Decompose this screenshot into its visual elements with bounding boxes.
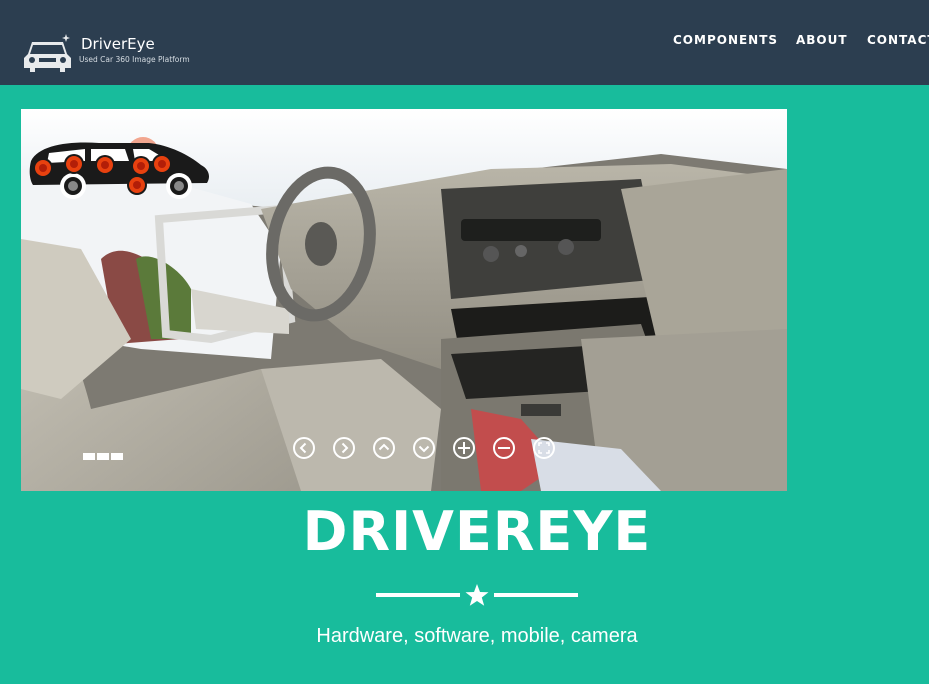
car-hotspot-map (29, 137, 209, 199)
divider-line-left (376, 593, 460, 597)
chevron-down-icon (418, 445, 430, 453)
pan-right-button[interactable] (333, 437, 355, 459)
star-icon (465, 584, 489, 606)
pan-left-button[interactable] (293, 437, 315, 459)
menu-dot (111, 453, 123, 460)
minus-icon (498, 447, 510, 449)
hotspot-6[interactable] (127, 175, 147, 195)
page-subtitle: Hardware, software, mobile, camera (316, 625, 638, 647)
hotspot-2[interactable] (64, 154, 84, 174)
chevron-right-icon (341, 442, 349, 454)
pan-down-button[interactable] (413, 437, 435, 459)
star-divider (376, 582, 578, 608)
brand-name: DriverEye (81, 35, 155, 53)
viewer-menu-button[interactable] (83, 447, 127, 460)
zoom-out-button[interactable] (493, 437, 515, 459)
fullscreen-icon (538, 442, 550, 454)
hotspot-3[interactable] (95, 155, 115, 175)
car-logo-icon (24, 34, 71, 72)
page-title: DRIVEREYE (302, 500, 652, 563)
menu-dot (97, 453, 109, 460)
zoom-in-button[interactable] (453, 437, 475, 459)
navbar: DriverEye Used Car 360 Image Platform CO… (0, 0, 929, 85)
plus-icon (458, 442, 470, 454)
brand-tagline: Used Car 360 Image Platform (79, 55, 190, 64)
nav-link-contact[interactable]: CONTACT (867, 33, 929, 47)
hotspot-5[interactable] (152, 154, 172, 174)
pan-up-button[interactable] (373, 437, 395, 459)
chevron-up-icon (378, 443, 390, 451)
nav-link-components[interactable]: COMPONENTS (673, 33, 778, 47)
hotspot-4[interactable] (131, 156, 151, 176)
divider-line-right (494, 593, 578, 597)
panorama-viewer[interactable] (21, 109, 787, 491)
fullscreen-button[interactable] (533, 437, 555, 459)
hotspot-1[interactable] (33, 158, 53, 178)
brand-link[interactable]: DriverEye Used Car 360 Image Platform (20, 30, 210, 74)
nav-link-about[interactable]: ABOUT (796, 33, 848, 47)
menu-dot (83, 453, 95, 460)
chevron-left-icon (299, 442, 307, 454)
